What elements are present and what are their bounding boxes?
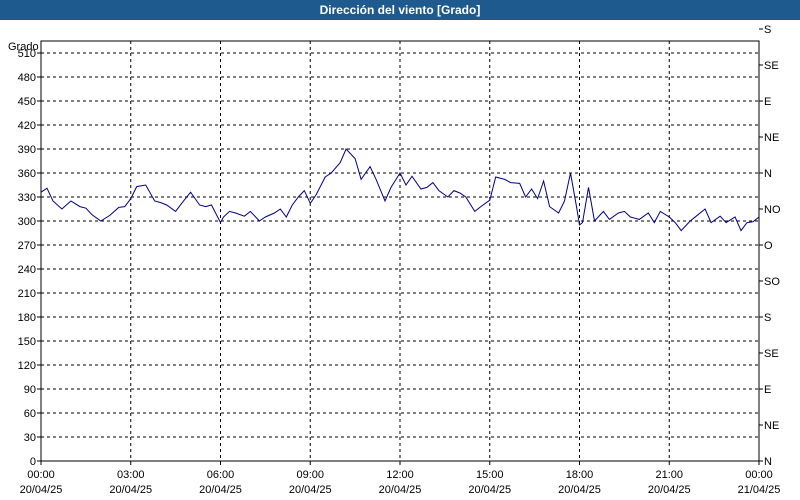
right-tick-label: E	[764, 384, 771, 396]
y-tick-label: 510	[18, 48, 36, 60]
wind-direction-chart: Grado 0306090120150180210240270300330360…	[8, 24, 781, 496]
x-tick-date: 20/04/25	[558, 484, 601, 496]
y-tick-labels: 0 30 60 90 120 150 180 210 240 270 300 330 360 390 420…	[18, 48, 36, 468]
right-tick-label: SE	[764, 60, 779, 72]
right-tick-label: SE	[764, 348, 779, 360]
y-tick-label: 330	[18, 192, 36, 204]
right-tick-label: E	[764, 96, 771, 108]
y-tick-label: 210	[18, 288, 36, 300]
y-tick-label: 180	[18, 312, 36, 324]
x-tick-date: 20/04/25	[648, 484, 691, 496]
x-tick-date: 20/04/25	[20, 484, 63, 496]
right-tick-label: N	[764, 456, 772, 468]
right-tick-label: SO	[764, 276, 780, 288]
y-tick-label: 60	[24, 408, 36, 420]
x-tick-time: 15:00	[476, 469, 504, 481]
y-tick-label: 390	[18, 144, 36, 156]
x-tick-date: 20/04/25	[199, 484, 242, 496]
x-tick-time: 12:00	[386, 469, 414, 481]
right-tick-label: NE	[764, 420, 779, 432]
y-tick-label: 270	[18, 240, 36, 252]
y-tick-label: 450	[18, 96, 36, 108]
right-tick-label: NO	[764, 204, 781, 216]
right-tick-label: S	[764, 24, 771, 36]
x-tick-date: 20/04/25	[109, 484, 152, 496]
y-tick-label: 300	[18, 216, 36, 228]
x-tick-date: 20/04/25	[289, 484, 332, 496]
y-tick-label: 480	[18, 72, 36, 84]
right-tick-label: N	[764, 168, 772, 180]
x-tick-date: 20/04/25	[379, 484, 422, 496]
y-tick-label: 30	[24, 432, 36, 444]
x-tick-labels: 00:00 20/04/25 03:00 20/04/25 06:00 20/04/25 0…	[20, 469, 781, 496]
y-tick-label: 150	[18, 336, 36, 348]
y-tick-label: 0	[30, 456, 36, 468]
x-tick-time: 03:00	[117, 469, 145, 481]
y-tick-label: 420	[18, 120, 36, 132]
right-tick-label: NE	[764, 132, 779, 144]
x-tick-date: 20/04/25	[468, 484, 511, 496]
right-tick-labels: N NE E SE S SO O NO N NE E SE S	[764, 24, 781, 468]
x-tick-time: 00:00	[745, 469, 773, 481]
y-tick-label: 240	[18, 264, 36, 276]
x-tick-date: 21/04/25	[738, 484, 781, 496]
x-tick-time: 09:00	[296, 469, 324, 481]
right-tick-label: O	[764, 240, 773, 252]
y-tick-label: 120	[18, 360, 36, 372]
grid	[41, 41, 759, 461]
x-tick-time: 18:00	[566, 469, 594, 481]
y-tick-label: 90	[24, 384, 36, 396]
right-tick-label: S	[764, 312, 771, 324]
x-tick-time: 00:00	[27, 469, 55, 481]
x-tick-time: 06:00	[207, 469, 235, 481]
y-tick-label: 360	[18, 168, 36, 180]
x-tick-time: 21:00	[655, 469, 683, 481]
